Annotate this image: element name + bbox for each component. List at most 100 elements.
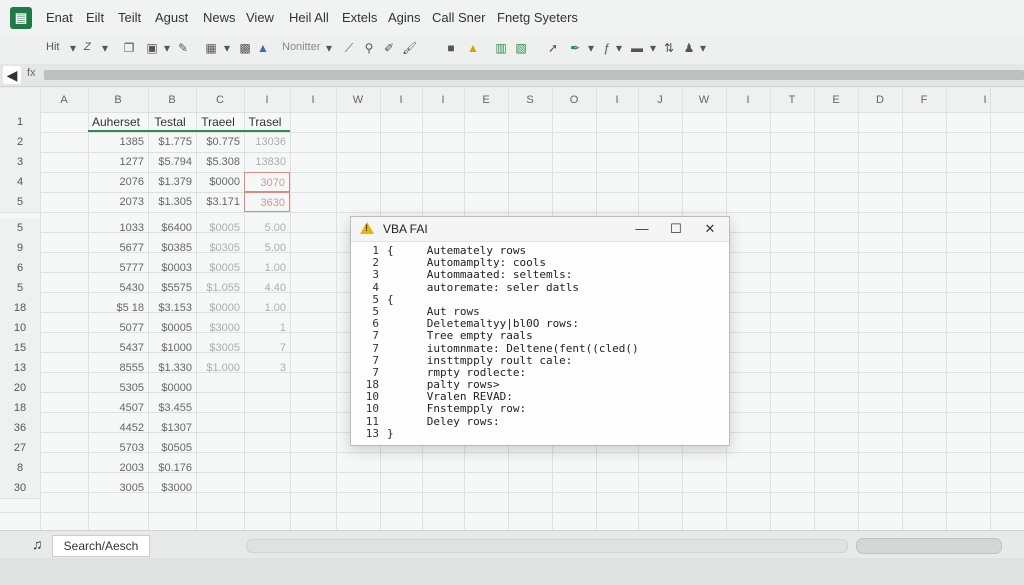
menu-item[interactable]: Agins bbox=[388, 10, 421, 25]
column-header[interactable]: T bbox=[770, 88, 815, 112]
table-cell[interactable] bbox=[244, 398, 290, 418]
table-cell[interactable]: $1000 bbox=[148, 338, 196, 358]
row-header[interactable]: 5 bbox=[0, 218, 40, 239]
table-cell[interactable]: $3005 bbox=[196, 338, 244, 358]
table-cell[interactable]: 13036 bbox=[244, 132, 290, 152]
table-cell[interactable]: 5077 bbox=[88, 318, 148, 338]
table-cell[interactable] bbox=[244, 458, 290, 478]
highlight-icon[interactable]: ▲ bbox=[466, 41, 480, 55]
row-header[interactable]: 6 bbox=[0, 258, 40, 279]
pin-icon[interactable]: ⚲ bbox=[362, 41, 376, 55]
row-header[interactable]: 9 bbox=[0, 238, 40, 259]
table-cell[interactable] bbox=[244, 418, 290, 438]
table-cell[interactable]: $0000 bbox=[196, 172, 244, 192]
row-header[interactable]: 2 bbox=[0, 132, 40, 153]
table-cell[interactable]: 5437 bbox=[88, 338, 148, 358]
table-cell[interactable]: $1.775 bbox=[148, 132, 196, 152]
table-cell[interactable]: 2073 bbox=[88, 192, 148, 212]
table-cell[interactable]: 5305 bbox=[88, 378, 148, 398]
table-cell[interactable]: $3.455 bbox=[148, 398, 196, 418]
menu-item[interactable]: Enat bbox=[46, 10, 73, 25]
row-header[interactable]: 20 bbox=[0, 378, 40, 399]
table-cell[interactable] bbox=[196, 398, 244, 418]
table-cell[interactable]: 3005 bbox=[88, 478, 148, 498]
table-cell[interactable]: 4452 bbox=[88, 418, 148, 438]
table-cell[interactable] bbox=[196, 438, 244, 458]
row-header[interactable]: 8 bbox=[0, 458, 40, 479]
table-cell[interactable]: $0005 bbox=[148, 318, 196, 338]
music-note-icon[interactable]: ♫ bbox=[32, 536, 43, 552]
column-header[interactable]: E bbox=[464, 88, 509, 112]
minimize-button[interactable]: — bbox=[631, 220, 653, 238]
table-cell[interactable]: $5.794 bbox=[148, 152, 196, 172]
row-header[interactable]: 13 bbox=[0, 358, 40, 379]
column-header[interactable]: I bbox=[596, 88, 639, 112]
table-cell[interactable]: $1.330 bbox=[148, 358, 196, 378]
column-header[interactable]: B bbox=[88, 88, 149, 112]
row-header[interactable]: 10 bbox=[0, 318, 40, 339]
table-cell[interactable]: 1 bbox=[244, 318, 290, 338]
menu-item[interactable]: Heil All bbox=[289, 10, 329, 25]
chevron-down-icon[interactable]: ▾ bbox=[696, 41, 710, 55]
back-arrow-icon[interactable]: ◀ bbox=[3, 66, 21, 84]
table-cell[interactable]: 2003 bbox=[88, 458, 148, 478]
chevron-down-icon[interactable]: ▾ bbox=[584, 41, 598, 55]
column-header[interactable]: B bbox=[148, 88, 197, 112]
table-cell[interactable]: 3070 bbox=[244, 172, 290, 192]
table-cell[interactable]: 3630 bbox=[244, 192, 290, 212]
table-icon[interactable]: ▦ bbox=[204, 41, 218, 55]
row-header[interactable]: 18 bbox=[0, 398, 40, 419]
menu-item[interactable]: News bbox=[203, 10, 236, 25]
table-cell[interactable]: 2076 bbox=[88, 172, 148, 192]
table-cell[interactable] bbox=[196, 418, 244, 438]
copy-icon[interactable]: ❐ bbox=[122, 41, 136, 55]
column-header[interactable]: F bbox=[902, 88, 947, 112]
row-header[interactable]: 1 bbox=[0, 112, 40, 133]
column-header[interactable]: I bbox=[380, 88, 423, 112]
table-cell[interactable] bbox=[244, 438, 290, 458]
table-cell[interactable]: 1.00 bbox=[244, 258, 290, 278]
menu-item[interactable]: Eilt bbox=[86, 10, 104, 25]
zoom-slider[interactable] bbox=[856, 538, 1002, 554]
column-header[interactable]: I bbox=[422, 88, 465, 112]
chevron-down-icon[interactable]: ▾ bbox=[646, 41, 660, 55]
column-header[interactable]: O bbox=[552, 88, 597, 112]
spreadsheet-app-icon[interactable]: ▤ bbox=[10, 7, 32, 29]
menu-item[interactable]: Call Sner bbox=[432, 10, 485, 25]
table-cell[interactable]: $5 18 bbox=[88, 298, 148, 318]
code-line[interactable]: 11 Deley rows: bbox=[359, 415, 721, 428]
row-header[interactable]: 5 bbox=[0, 278, 40, 299]
chart-icon[interactable]: ▥ bbox=[494, 41, 508, 55]
table-cell[interactable]: 5777 bbox=[88, 258, 148, 278]
row-header[interactable]: 5 bbox=[0, 192, 40, 213]
column-header[interactable]: I bbox=[946, 88, 1024, 112]
horizontal-scrollbar[interactable] bbox=[246, 539, 848, 553]
column-header[interactable]: E bbox=[814, 88, 859, 112]
table-cell[interactable]: 13830 bbox=[244, 152, 290, 172]
row-header[interactable]: 4 bbox=[0, 172, 40, 193]
select-all-corner[interactable] bbox=[0, 88, 41, 112]
row-header[interactable]: 27 bbox=[0, 438, 40, 459]
table-icon[interactable]: ■ bbox=[444, 41, 458, 55]
column-header[interactable]: C bbox=[196, 88, 245, 112]
chevron-down-icon[interactable]: ▾ bbox=[220, 41, 234, 55]
menu-item[interactable]: Teilt bbox=[118, 10, 141, 25]
table-cell[interactable]: $0385 bbox=[148, 238, 196, 258]
table-cell[interactable]: 1.00 bbox=[244, 298, 290, 318]
chevron-down-icon[interactable]: ▾ bbox=[322, 41, 336, 55]
menu-item[interactable]: Fnetg Syeters bbox=[497, 10, 578, 25]
table-cell[interactable]: $0305 bbox=[196, 238, 244, 258]
table-cell[interactable]: $1.305 bbox=[148, 192, 196, 212]
table-cell[interactable]: $0003 bbox=[148, 258, 196, 278]
table-cell[interactable]: $1.000 bbox=[196, 358, 244, 378]
font-name-dropdown[interactable]: Hit bbox=[46, 41, 59, 53]
arrow-icon[interactable]: ➚ bbox=[546, 41, 560, 55]
paste-icon[interactable]: ▣ bbox=[145, 41, 159, 55]
border-icon[interactable]: ▬ bbox=[630, 41, 644, 55]
table-cell[interactable]: $3000 bbox=[148, 478, 196, 498]
dialog-title-bar[interactable]: ! VBA FAI — ☐ ✕ bbox=[351, 217, 729, 242]
table-cell[interactable]: 4.40 bbox=[244, 278, 290, 298]
formula-input[interactable] bbox=[44, 70, 1024, 80]
filter-icon[interactable]: ▧ bbox=[514, 41, 528, 55]
code-line[interactable]: 3 Autommaated: seltemls: bbox=[359, 269, 721, 281]
